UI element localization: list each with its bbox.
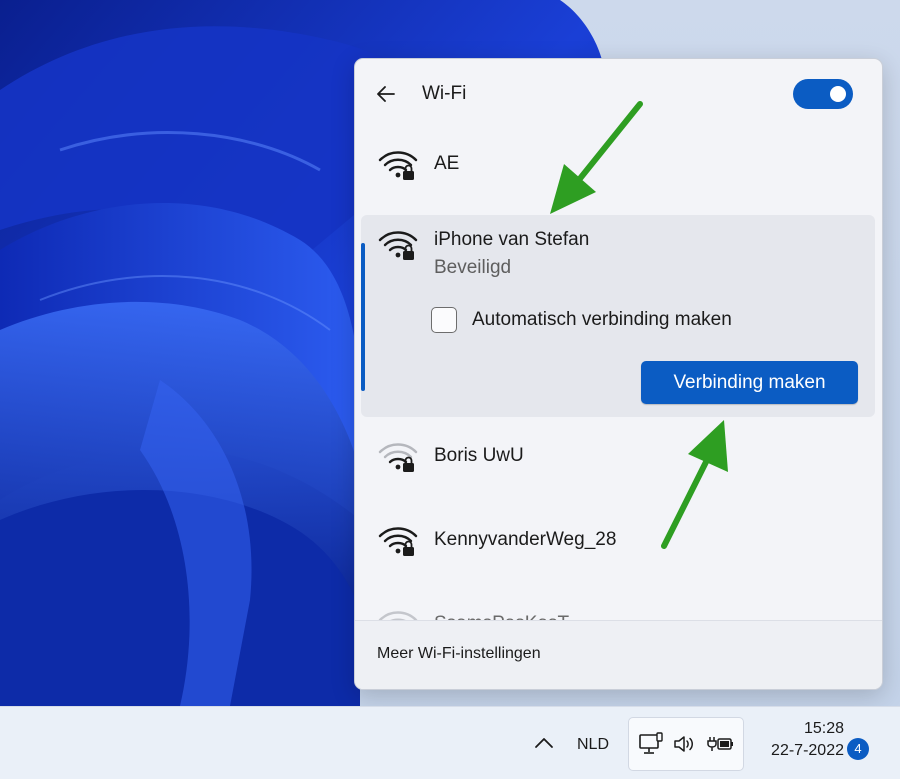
wifi-secured-icon <box>378 527 418 556</box>
network-item-partial[interactable]: SsamsPasKasT <box>361 599 875 621</box>
network-name: iPhone van Stefan <box>434 229 590 250</box>
taskbar: NLD 15:28 22-7-2022 4 <box>0 706 900 779</box>
network-name: KennyvanderWeg_28 <box>434 529 617 550</box>
wifi-toggle[interactable] <box>793 79 853 109</box>
notification-badge[interactable]: 4 <box>847 738 869 760</box>
volume-icon <box>674 736 693 752</box>
chevron-up-icon[interactable] <box>532 733 556 753</box>
network-icon <box>639 732 663 754</box>
more-wifi-settings-link[interactable]: Meer Wi-Fi-instellingen <box>377 645 541 663</box>
back-arrow-icon[interactable] <box>373 81 399 107</box>
network-status: Beveiligd <box>434 257 512 278</box>
clock-time: 15:28 <box>803 720 844 737</box>
network-list: AE iPhone van Stefan Beveiligd Automatis… <box>355 131 882 621</box>
wifi-secured-icon <box>378 151 418 180</box>
wifi-weak-secured-icon <box>378 443 418 472</box>
network-item[interactable]: Boris UwU <box>361 431 875 483</box>
network-item[interactable]: KennyvanderWeg_28 <box>361 515 875 567</box>
network-name: Boris UwU <box>434 445 524 466</box>
connect-button[interactable]: Verbinding maken <box>641 361 858 404</box>
wifi-weak-icon <box>378 611 418 621</box>
taskbar-clock[interactable]: 15:28 22-7-2022 <box>744 720 844 760</box>
wifi-secured-icon <box>378 231 418 260</box>
selection-indicator <box>361 243 365 391</box>
flyout-title: Wi-Fi <box>422 83 467 104</box>
auto-connect-label: Automatisch verbinding maken <box>472 309 732 330</box>
network-item[interactable]: AE <box>361 139 875 191</box>
network-item-selected[interactable]: iPhone van Stefan Beveiligd Automatisch … <box>361 215 875 417</box>
wifi-flyout: Wi-Fi AE iPhone van Stefan Beveiligd Aut… <box>354 58 883 690</box>
flyout-header: Wi-Fi <box>355 59 882 131</box>
system-tray-group[interactable] <box>628 717 744 771</box>
network-name: AE <box>434 153 460 174</box>
clock-date: 22-7-2022 <box>771 742 844 759</box>
toggle-knob <box>830 86 846 102</box>
flyout-footer: Meer Wi-Fi-instellingen <box>355 620 882 689</box>
language-indicator[interactable]: NLD <box>577 736 609 754</box>
auto-connect-checkbox[interactable] <box>431 307 457 333</box>
battery-charging-icon <box>707 737 733 751</box>
